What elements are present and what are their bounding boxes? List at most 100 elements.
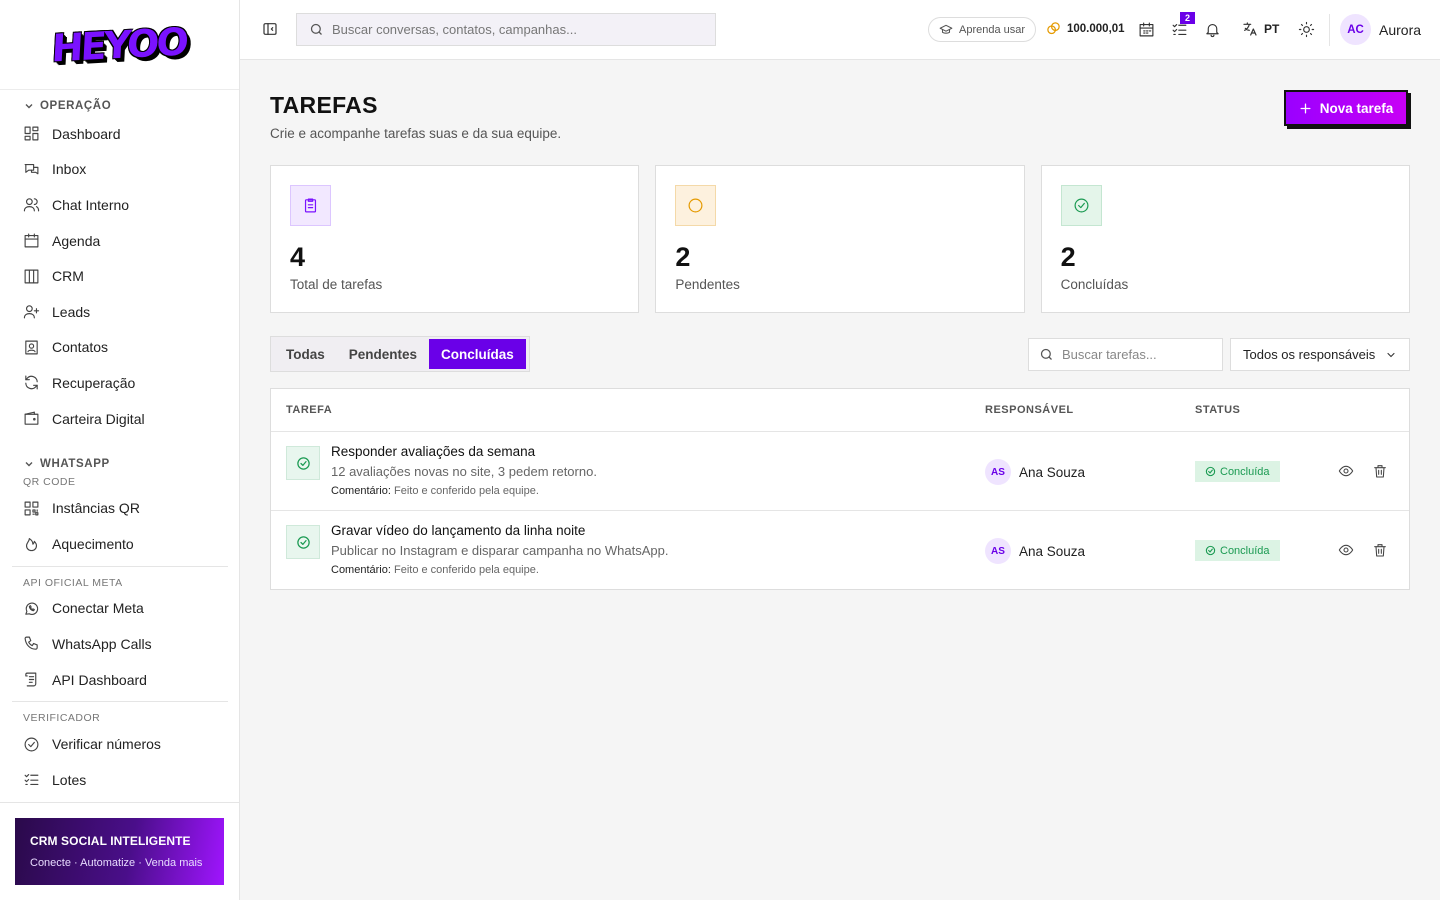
avatar: AS — [985, 459, 1011, 485]
user-menu[interactable]: AC Aurora — [1340, 14, 1421, 45]
sidebar-item-lotes[interactable]: Lotes — [0, 762, 240, 798]
global-search[interactable] — [296, 13, 716, 46]
language-code: PT — [1264, 22, 1280, 36]
sidebar-item-leads[interactable]: Leads — [0, 294, 240, 330]
refresh-icon — [25, 376, 38, 390]
delete-button[interactable] — [1372, 463, 1388, 479]
language-switcher[interactable]: PT — [1242, 21, 1279, 37]
subsection-qr-code: QR CODE — [23, 476, 76, 489]
scroll-icon — [25, 672, 37, 687]
column-header-status: STATUS — [1195, 404, 1241, 416]
sidebar-item-instancias-qr[interactable]: Instâncias QR — [0, 490, 240, 526]
whatsapp-icon — [25, 602, 39, 615]
responsible-select-value: Todos os responsáveis — [1243, 347, 1376, 362]
responsible-select[interactable]: Todos os responsáveis — [1230, 338, 1410, 371]
new-task-button[interactable]: Nova tarefa — [1284, 90, 1408, 126]
sidebar-item-label: API Dashboard — [52, 671, 147, 688]
comment-text: Feito e conferido pela equipe. — [393, 564, 539, 576]
sidebar-collapse-icon[interactable] — [262, 21, 278, 37]
task-comment: Comentário: Feito e conferido pela equip… — [331, 564, 539, 576]
theme-toggle[interactable] — [1298, 21, 1315, 38]
stat-label: Total de tarefas — [290, 277, 383, 292]
chevron-down-icon — [25, 462, 33, 467]
coins-icon — [1047, 22, 1060, 35]
chevron-down-icon — [1387, 352, 1395, 357]
sidebar-item-aquecimento[interactable]: Aquecimento — [0, 526, 240, 562]
task-search[interactable] — [1028, 338, 1223, 371]
check-circle-icon — [24, 737, 39, 752]
bell-icon — [1206, 23, 1219, 38]
tab-concluidas[interactable]: Concluídas — [429, 339, 526, 369]
stat-card-done: 2 Concluídas — [1040, 165, 1410, 313]
divider — [1329, 14, 1330, 46]
circle-icon — [688, 198, 703, 213]
sidebar-item-conectar-meta[interactable]: Conectar Meta — [0, 591, 240, 627]
view-button[interactable] — [1338, 542, 1354, 558]
stat-label: Pendentes — [675, 277, 740, 292]
column-header-task: TAREFA — [286, 404, 333, 416]
sidebar-item-agenda[interactable]: Agenda — [0, 223, 240, 259]
search-icon — [310, 23, 322, 35]
chat-bubbles-icon — [24, 163, 39, 175]
sidebar-item-label: Inbox — [52, 161, 87, 178]
comment-label: Comentário: — [331, 485, 391, 497]
sidebar-nav: OPERAÇÃO Dashboard Inbox Chat Interno Ag… — [0, 90, 240, 802]
sidebar-item-dashboard[interactable]: Dashboard — [0, 116, 240, 152]
column-header-responsible: RESPONSÁVEL — [985, 404, 1074, 416]
tasks-table: TAREFA RESPONSÁVEL STATUS Responder aval… — [270, 388, 1410, 590]
users-icon — [23, 198, 40, 212]
sidebar-item-whatsapp-calls[interactable]: WhatsApp Calls — [0, 626, 240, 662]
task-comment: Comentário: Feito e conferido pela equip… — [331, 485, 539, 497]
section-header-whatsapp[interactable]: WHATSAPP — [0, 454, 240, 474]
assignee-name: Ana Souza — [1019, 543, 1086, 559]
notifications-button[interactable] — [1204, 21, 1221, 38]
task-done-indicator — [286, 525, 320, 559]
coin-balance[interactable]: 100.000,01 — [1046, 21, 1125, 36]
sidebar-item-label: Agenda — [52, 232, 101, 249]
table-row[interactable]: Responder avaliações da semana 12 avalia… — [271, 431, 1409, 511]
check-circle-icon — [1205, 466, 1216, 477]
sidebar-item-label: Instâncias QR — [52, 500, 140, 517]
sidebar-item-inbox[interactable]: Inbox — [0, 152, 240, 188]
task-search-input[interactable] — [1062, 347, 1212, 362]
table-row[interactable]: Gravar vídeo do lançamento da linha noit… — [271, 510, 1409, 590]
stat-card-pending: 2 Pendentes — [655, 165, 1025, 313]
sidebar-item-label: Lotes — [52, 771, 87, 788]
sidebar-item-crm[interactable]: CRM — [0, 258, 240, 294]
sidebar-item-chat-interno[interactable]: Chat Interno — [0, 187, 240, 223]
section-header-operacao[interactable]: OPERAÇÃO — [0, 96, 240, 116]
status-badge: Concluída — [1195, 540, 1280, 561]
sidebar-item-label: Leads — [52, 303, 91, 320]
global-search-input[interactable] — [332, 22, 712, 37]
tab-todas[interactable]: Todas — [274, 339, 337, 369]
sidebar-item-recuperacao[interactable]: Recuperação — [0, 365, 240, 401]
comment-label: Comentário: — [331, 564, 391, 576]
learn-button[interactable]: Aprenda usar — [928, 17, 1037, 42]
sidebar-item-carteira-digital[interactable]: Carteira Digital — [0, 401, 240, 437]
kanban-icon — [24, 269, 39, 284]
sidebar-item-label: Verificar números — [52, 736, 161, 753]
stat-value: 2 — [1060, 242, 1076, 272]
calendar-button[interactable] — [1138, 21, 1155, 38]
eye-icon — [1338, 465, 1354, 477]
tab-pendentes[interactable]: Pendentes — [337, 339, 429, 369]
sidebar-item-verificar-numeros[interactable]: Verificar números — [0, 726, 240, 762]
promo-banner[interactable]: CRM SOCIAL INTELIGENTE Conecte · Automat… — [15, 818, 224, 885]
task-assignee: AS Ana Souza — [985, 538, 1085, 564]
sidebar-item-api-dashboard[interactable]: API Dashboard — [0, 662, 240, 698]
stat-icon-wrapper — [1060, 185, 1102, 226]
check-circle-icon — [296, 535, 310, 549]
trash-icon — [1374, 544, 1386, 557]
sidebar-item-contatos[interactable]: Contatos — [0, 330, 240, 366]
heyoo-logo[interactable]: HEYOO — [50, 19, 186, 70]
sidebar-item-label: Dashboard — [52, 125, 121, 142]
view-button[interactable] — [1338, 463, 1354, 479]
check-circle-icon — [1205, 545, 1216, 556]
stat-card-total: 4 Total de tarefas — [270, 165, 640, 313]
dashboard-icon — [24, 126, 39, 141]
top-bar: Aprenda usar 100.000,01 2 PT AC Aurora — [240, 0, 1440, 60]
delete-button[interactable] — [1372, 542, 1388, 558]
assignee-name: Ana Souza — [1019, 464, 1086, 480]
trash-icon — [1374, 465, 1386, 478]
sidebar-item-label: Recuperação — [52, 374, 136, 391]
